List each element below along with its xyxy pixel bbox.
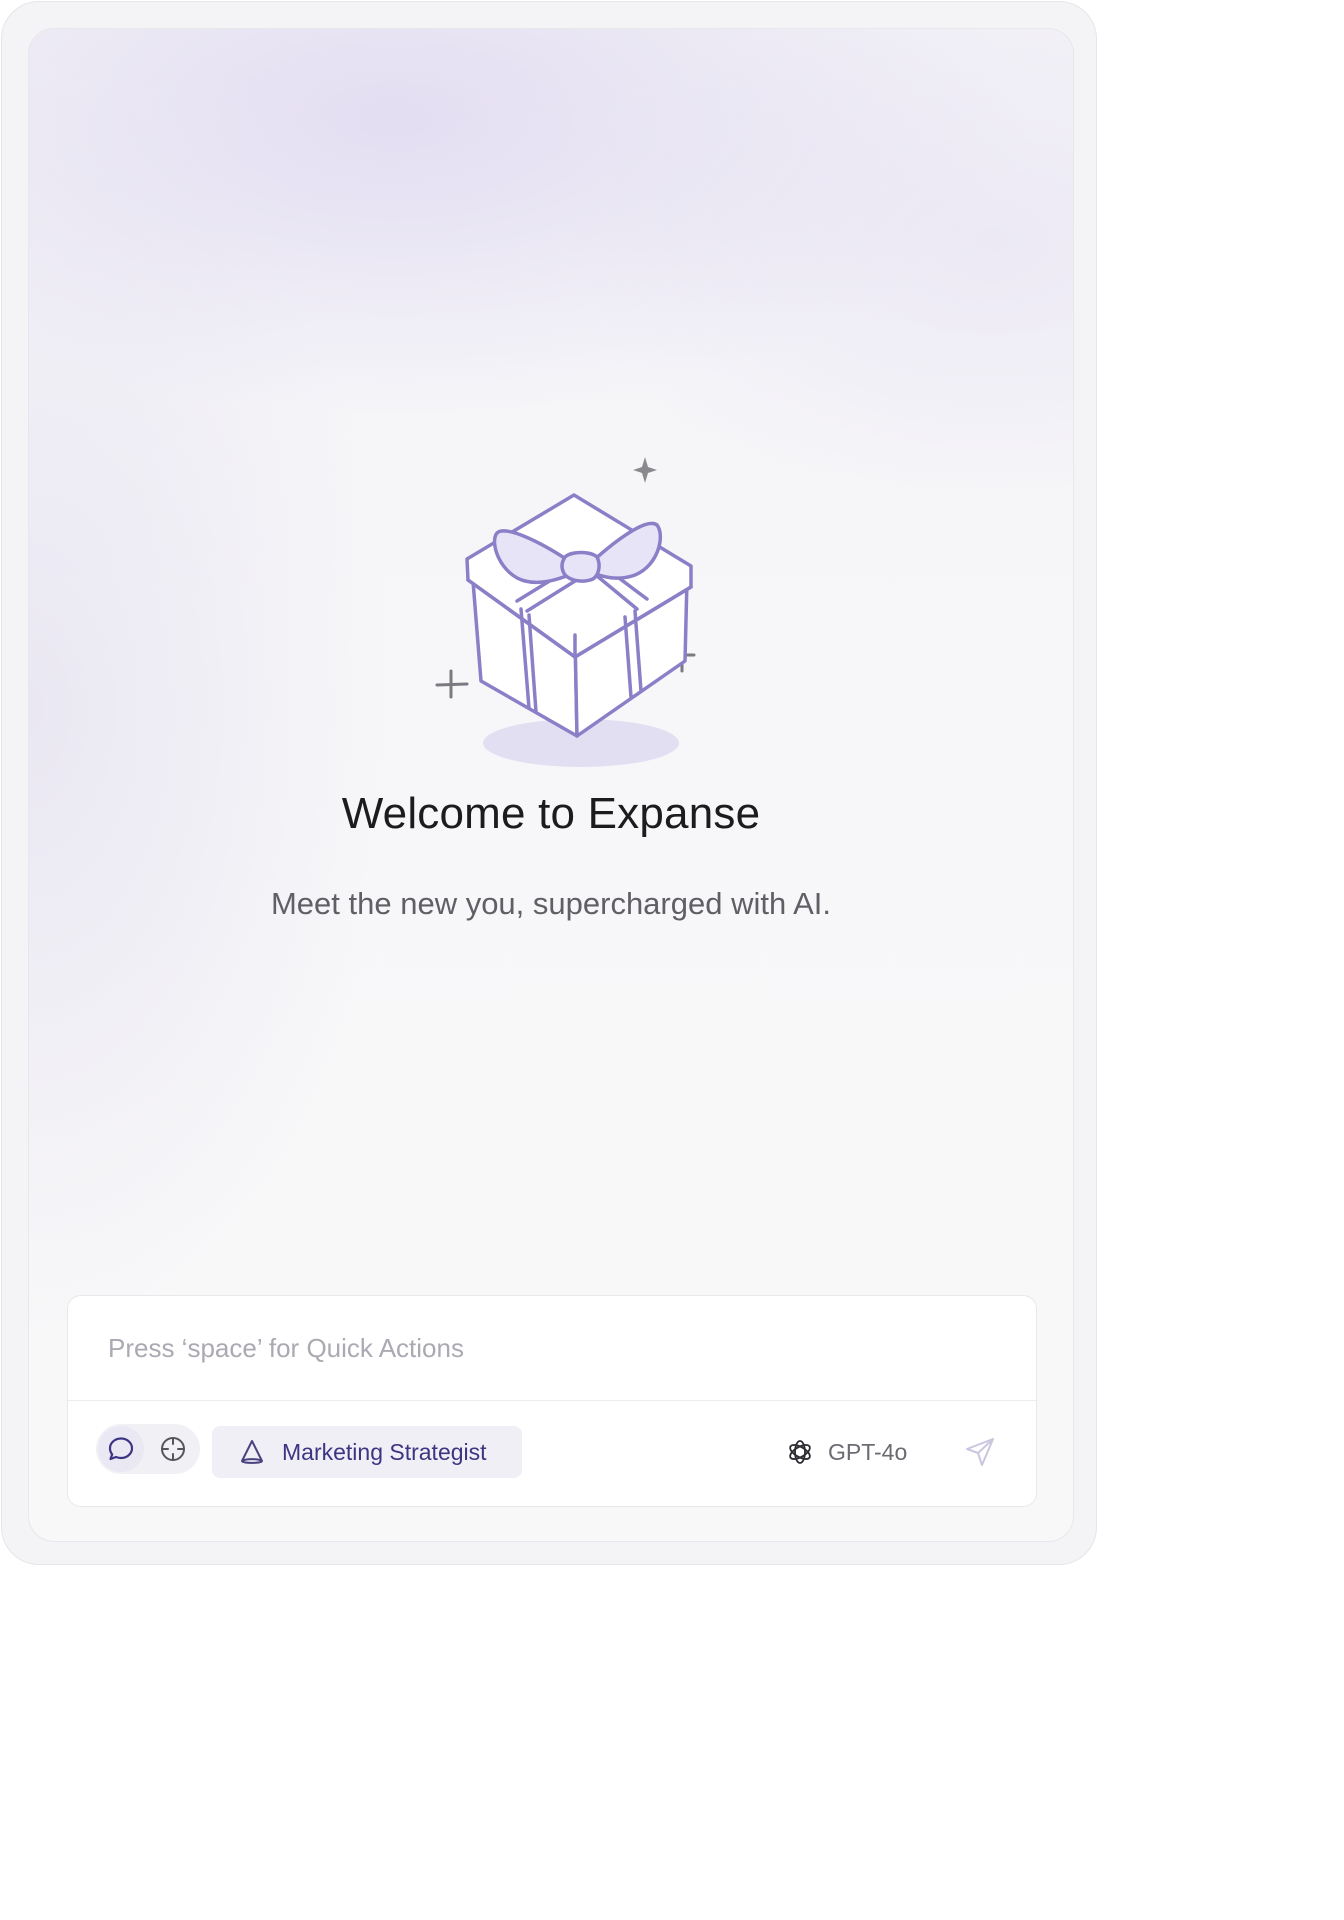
composer-divider	[68, 1400, 1036, 1401]
sparkle-icon	[633, 457, 657, 483]
model-selector[interactable]: GPT-4o	[786, 1432, 907, 1472]
persona-selector[interactable]: Marketing Strategist	[212, 1426, 522, 1478]
target-mode-button[interactable]	[150, 1426, 196, 1472]
cone-icon	[241, 1440, 263, 1464]
page-subtitle: Meet the new you, supercharged with AI.	[270, 886, 832, 921]
chat-bubble-icon	[108, 1437, 134, 1461]
openai-logo-icon	[789, 1440, 811, 1464]
page-title: Welcome to Expanse	[341, 789, 761, 838]
gift-box-icon	[435, 457, 696, 767]
mode-switch	[96, 1424, 200, 1474]
sparkle-icon	[435, 669, 469, 699]
crosshair-icon	[161, 1437, 185, 1461]
message-composer: Marketing Strategist GPT-4o	[67, 1295, 1037, 1507]
app-window: Welcome to Expanse Meet the new you, sup…	[1, 1, 1097, 1565]
send-icon	[966, 1438, 994, 1466]
send-button[interactable]	[958, 1430, 1002, 1474]
persona-label: Marketing Strategist	[282, 1438, 487, 1465]
model-label: GPT-4o	[828, 1438, 908, 1465]
chat-mode-button[interactable]	[98, 1426, 144, 1472]
chat-panel: Welcome to Expanse Meet the new you, sup…	[28, 28, 1074, 1542]
message-input[interactable]	[108, 1328, 968, 1368]
